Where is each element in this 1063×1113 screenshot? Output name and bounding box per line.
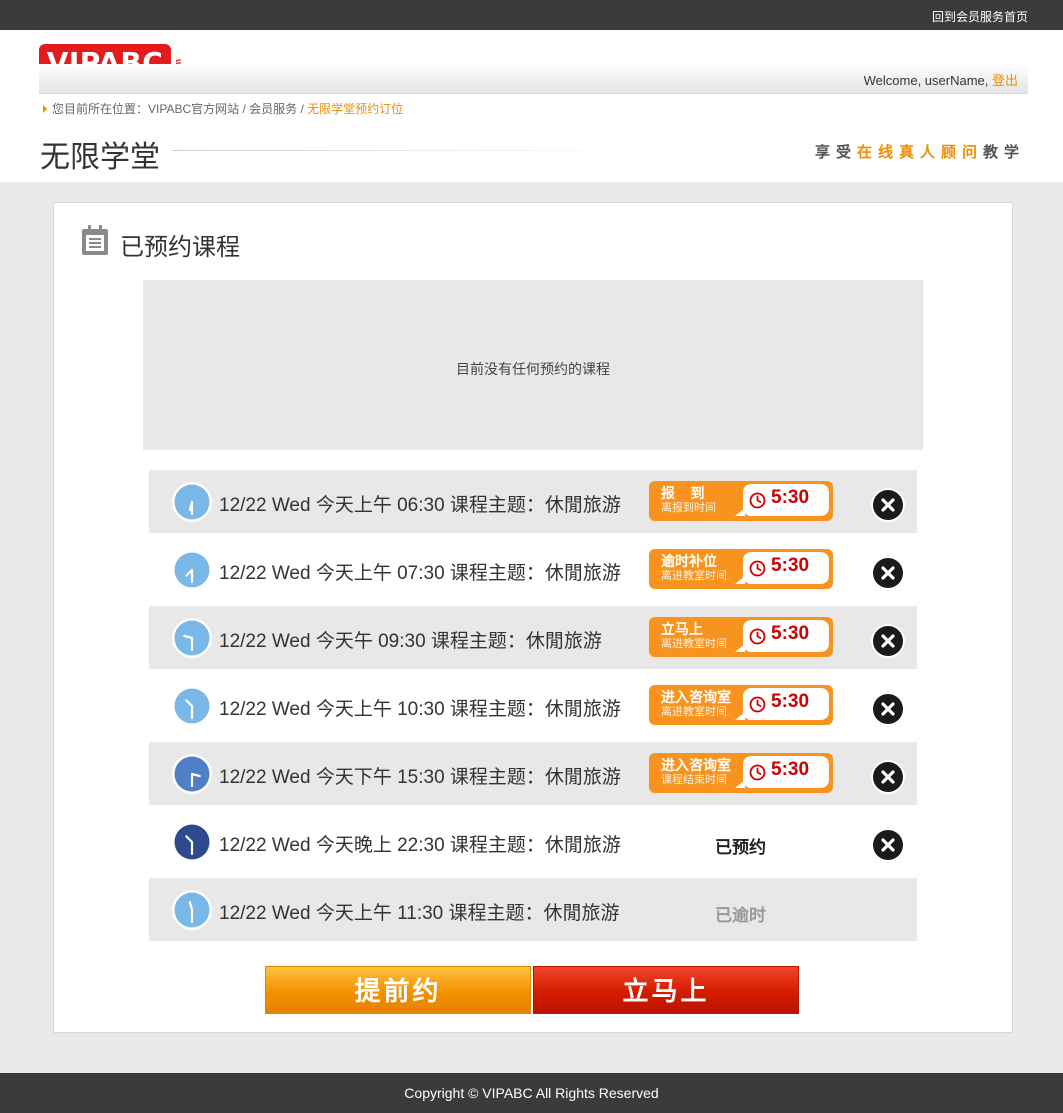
- action-label: 进入咨询室: [661, 689, 731, 705]
- session-status: 已逾时: [715, 906, 766, 925]
- countdown-timer: 5:30: [735, 484, 829, 516]
- clock-icon: [172, 482, 212, 522]
- breadcrumb-path[interactable]: 您目前所在位置：VIPABC官方网站 / 会员服务 /: [52, 102, 307, 116]
- session-row: 12/22 Wed 今天午 09:30 课程主题：休閒旅游 立马上 离进教室时间 5:…: [149, 606, 917, 669]
- countdown-value: 5:30: [771, 623, 810, 644]
- countdown-value: 5:30: [771, 691, 810, 712]
- session-row: 12/22 Wed 今天上午 11:30 课程主题：休閒旅游 已逾时: [149, 878, 917, 941]
- user-bar: Welcome, userName, 登出: [39, 64, 1028, 94]
- close-icon: [873, 490, 903, 520]
- clock-icon: [172, 890, 212, 930]
- welcome-label: Welcome, userName,: [863, 73, 992, 88]
- session-info: 12/22 Wed 今天上午 07:30 课程主题：休閒旅游: [219, 563, 621, 584]
- action-label: 立马上: [661, 621, 703, 637]
- slogan-part1: 享受: [814, 144, 857, 161]
- session-info: 12/22 Wed 今天晚上 22:30 课程主题：休閒旅游: [219, 835, 621, 856]
- session-status: 已预约: [715, 838, 766, 857]
- session-info: 12/22 Wed 今天上午 11:30 课程主题：休閒旅游: [219, 903, 620, 924]
- session-info: 12/22 Wed 今天午 09:30 课程主题：休閒旅游: [219, 631, 602, 652]
- session-action-button[interactable]: 立马上 离进教室时间 5:30: [649, 617, 833, 657]
- empty-state-box: 目前没有任何预约的课程: [143, 280, 923, 450]
- calendar-icon: [82, 225, 108, 255]
- close-icon: [873, 626, 903, 656]
- action-sublabel: 离进教室时间: [661, 638, 727, 650]
- cancel-session-button[interactable]: [871, 556, 905, 590]
- action-sublabel: 课程结束时间: [661, 774, 727, 786]
- member-home-link[interactable]: 回到会员服务首页: [932, 8, 1028, 25]
- clock-icon: [172, 686, 212, 726]
- close-icon: [873, 694, 903, 724]
- empty-message: 目前没有任何预约的课程: [456, 361, 610, 377]
- slogan-highlight: 在线真人顾问: [856, 144, 983, 161]
- cancel-session-button[interactable]: [871, 692, 905, 726]
- countdown-timer: 5:30: [735, 620, 829, 652]
- close-icon: [873, 830, 903, 860]
- clock-icon: [749, 560, 766, 577]
- breadcrumb: 您目前所在位置：VIPABC官方网站 / 会员服务 / 无限学堂预约订位: [43, 100, 403, 117]
- countdown-value: 5:30: [771, 759, 810, 780]
- session-action-button[interactable]: 逾时补位 离进教室时间 5:30: [649, 549, 833, 589]
- join-now-button[interactable]: 立马上: [533, 966, 799, 1014]
- action-label: 逾时补位: [661, 553, 717, 569]
- logout-link[interactable]: 登出: [992, 73, 1018, 88]
- session-action-button[interactable]: 报 到离报到时间 5:30: [649, 481, 833, 521]
- reserved-courses-panel: 已预约课程 目前没有任何预约的课程 12/22 Wed 今天上午 06:30 课…: [53, 202, 1013, 1033]
- breadcrumb-current: 无限学堂预约订位: [307, 102, 404, 116]
- session-list: 12/22 Wed 今天上午 06:30 课程主题：休閒旅游 报 到离报到时间 5:…: [149, 470, 917, 946]
- clock-icon: [749, 628, 766, 645]
- countdown-value: 5:30: [771, 487, 810, 508]
- copyright-text: Copyright © VIPABC All Rights Reserved: [404, 1085, 659, 1101]
- session-row: 12/22 Wed 今天上午 10:30 课程主题：休閒旅游 进入咨询室 离进教室时…: [149, 674, 917, 737]
- action-label: 进入咨询室: [661, 757, 731, 773]
- session-info: 12/22 Wed 今天下午 15:30 课程主题：休閒旅游: [219, 767, 621, 788]
- cancel-session-button[interactable]: [871, 760, 905, 794]
- breadcrumb-arrow-icon: [43, 105, 47, 113]
- clock-icon: [172, 550, 212, 590]
- book-early-button[interactable]: 提前约: [265, 966, 531, 1014]
- session-row: 12/22 Wed 今天上午 06:30 课程主题：休閒旅游 报 到离报到时间 5:…: [149, 470, 917, 533]
- session-info: 12/22 Wed 今天上午 06:30 课程主题：休閒旅游: [219, 495, 621, 516]
- cancel-session-button[interactable]: [871, 828, 905, 862]
- header: VIPABC .com Welcome, userName, 登出 您目前所在位…: [0, 30, 1063, 182]
- cancel-session-button[interactable]: [871, 488, 905, 522]
- clock-icon: [172, 754, 212, 794]
- countdown-value: 5:30: [771, 555, 810, 576]
- clock-icon: [749, 764, 766, 781]
- clock-icon: [749, 696, 766, 713]
- action-label: 报 到: [661, 485, 705, 501]
- session-action-button[interactable]: 进入咨询室 离进教室时间 5:30: [649, 685, 833, 725]
- action-sublabel: 离报到时间: [661, 502, 716, 514]
- clock-icon: [749, 492, 766, 509]
- clock-icon: [172, 822, 212, 862]
- panel-title: 已预约课程: [120, 234, 240, 261]
- welcome-text: Welcome, userName, 登出: [864, 70, 1018, 89]
- clock-icon: [172, 618, 212, 658]
- slogan-part2: 教学: [982, 144, 1025, 161]
- session-action-button[interactable]: 进入咨询室 课程结束时间 5:30: [649, 753, 833, 793]
- slogan: 享受在线真人顾问教学: [815, 141, 1025, 162]
- action-sublabel: 离进教室时间: [661, 570, 727, 582]
- page-title: 无限学堂: [40, 141, 160, 174]
- countdown-timer: 5:30: [735, 756, 829, 788]
- session-row: 12/22 Wed 今天上午 07:30 课程主题：休閒旅游 逾时补位 离进教室时间…: [149, 538, 917, 601]
- top-bar: 回到会员服务首页: [0, 0, 1063, 30]
- session-row: 12/22 Wed 今天下午 15:30 课程主题：休閒旅游 进入咨询室 课程结束时…: [149, 742, 917, 805]
- session-info: 12/22 Wed 今天上午 10:30 课程主题：休閒旅游: [219, 699, 621, 720]
- footer: Copyright © VIPABC All Rights Reserved: [0, 1073, 1063, 1113]
- cancel-session-button[interactable]: [871, 624, 905, 658]
- countdown-timer: 5:30: [735, 688, 829, 720]
- close-icon: [873, 558, 903, 588]
- action-sublabel: 离进教室时间: [661, 706, 727, 718]
- countdown-timer: 5:30: [735, 552, 829, 584]
- title-divider: [172, 150, 642, 151]
- session-row: 12/22 Wed 今天晚上 22:30 课程主题：休閒旅游 已预约: [149, 810, 917, 873]
- close-icon: [873, 762, 903, 792]
